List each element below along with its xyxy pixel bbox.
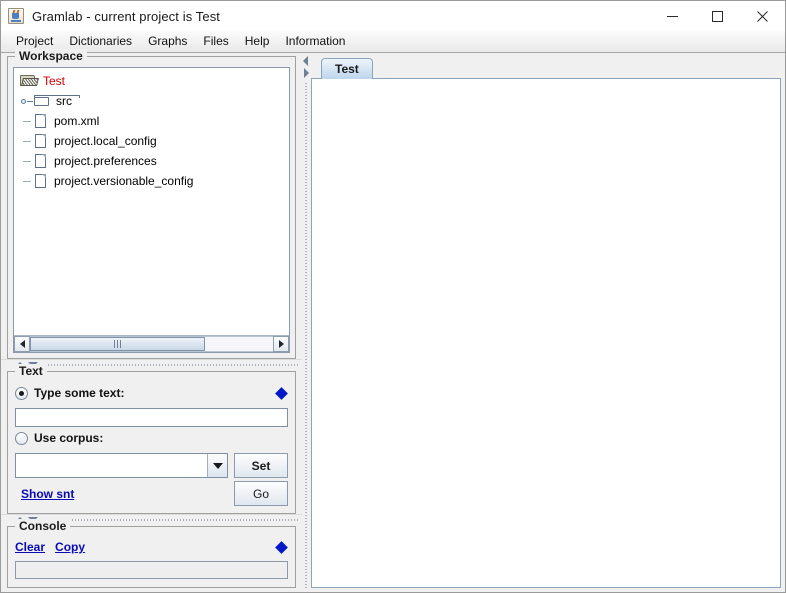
workspace-horizontal-scrollbar[interactable]: [14, 335, 289, 352]
show-snt-container: Show snt: [15, 481, 228, 506]
main-split-pane: Workspace Test src pom.xml project.local…: [1, 49, 785, 592]
maximize-icon: [712, 10, 723, 22]
workspace-tree-container: Test src pom.xml project.local_config pr…: [13, 67, 290, 353]
console-actions: Clear Copy: [15, 537, 288, 557]
divider-collapse-arrows[interactable]: [302, 54, 311, 82]
editor-content[interactable]: [311, 78, 781, 588]
go-row: Show snt Go: [15, 481, 288, 506]
use-corpus-radio[interactable]: [15, 431, 28, 445]
text-panel-title: Text: [15, 364, 47, 378]
copy-link[interactable]: Copy: [55, 540, 85, 554]
editor-pane: Test: [311, 53, 785, 592]
corpus-combobox-value[interactable]: [16, 454, 207, 477]
workspace-title: Workspace: [15, 49, 87, 63]
expand-handle-icon[interactable]: [20, 93, 34, 109]
close-button[interactable]: [740, 1, 785, 31]
maximize-button[interactable]: [695, 1, 740, 31]
file-icon: [34, 153, 49, 169]
console-panel: Console Clear Copy: [7, 519, 296, 588]
file-icon: [34, 173, 49, 189]
window-controls: [650, 1, 785, 31]
console-panel-title: Console: [15, 519, 71, 533]
text-panel: Text Type some text: Use corpus: Set Sho…: [7, 364, 296, 514]
menu-files[interactable]: Files: [195, 32, 236, 51]
menu-help[interactable]: Help: [237, 32, 278, 51]
workspace-tree[interactable]: Test src pom.xml project.local_config pr…: [14, 68, 289, 335]
use-corpus-label: Use corpus:: [34, 431, 104, 445]
tree-connector-icon: [20, 173, 34, 189]
tree-connector-icon: [20, 133, 34, 149]
minimize-icon: [667, 15, 678, 17]
go-button[interactable]: Go: [234, 481, 288, 506]
vertical-split-divider[interactable]: [302, 53, 311, 592]
menu-graphs[interactable]: Graphs: [140, 32, 195, 51]
scrollbar-track[interactable]: [30, 336, 273, 352]
window-title: Gramlab - current project is Test: [32, 8, 221, 24]
scroll-left-icon[interactable]: [14, 336, 30, 352]
use-corpus-row[interactable]: Use corpus:: [15, 427, 288, 449]
folder-open-icon: [20, 74, 39, 88]
minimize-button[interactable]: [650, 1, 695, 31]
tree-node-project-preferences[interactable]: project.preferences: [14, 151, 289, 171]
tree-node-label: Test: [43, 74, 66, 88]
tree-node-project-local-config[interactable]: project.local_config: [14, 131, 289, 151]
collapse-left-icon[interactable]: [303, 56, 308, 66]
menu-information[interactable]: Information: [277, 32, 353, 51]
chevron-down-icon[interactable]: [207, 454, 227, 477]
corpus-selector-row: Set: [15, 453, 288, 478]
type-text-radio[interactable]: [15, 386, 28, 400]
editor-tabstrip: Test: [311, 56, 781, 79]
file-icon: [34, 113, 49, 129]
folder-closed-icon: [34, 94, 80, 108]
type-text-label: Type some text:: [34, 386, 125, 400]
title-bar: Gramlab - current project is Test: [1, 1, 785, 31]
type-text-row[interactable]: Type some text:: [15, 382, 288, 404]
tree-node-label: project.versionable_config: [54, 174, 194, 188]
text-panel-diamond-icon[interactable]: [275, 386, 288, 400]
left-pane: Workspace Test src pom.xml project.local…: [1, 49, 302, 592]
java-app-icon: [8, 8, 24, 24]
tab-test[interactable]: Test: [321, 58, 373, 79]
console-output: [15, 561, 288, 579]
tree-connector-icon: [20, 153, 34, 169]
scrollbar-thumb[interactable]: [30, 337, 205, 351]
clear-link[interactable]: Clear: [15, 540, 45, 554]
workspace-panel: Workspace Test src pom.xml project.local…: [7, 49, 296, 359]
tree-node-label: project.local_config: [54, 134, 157, 148]
tree-node-src[interactable]: src: [14, 91, 289, 111]
tree-node-test[interactable]: Test: [14, 71, 289, 91]
scroll-right-icon[interactable]: [273, 336, 289, 352]
show-snt-link[interactable]: Show snt: [21, 487, 74, 501]
corpus-combobox[interactable]: [15, 453, 228, 478]
tree-node-project-versionable-config[interactable]: project.versionable_config: [14, 171, 289, 191]
tree-connector-icon: [20, 113, 34, 129]
tree-node-label: project.preferences: [54, 154, 157, 168]
tree-node-label: pom.xml: [54, 114, 100, 128]
set-button[interactable]: Set: [234, 453, 288, 478]
menu-bar: Project Dictionaries Graphs Files Help I…: [1, 31, 785, 53]
tree-node-pom-xml[interactable]: pom.xml: [14, 111, 289, 131]
divider-grip: [305, 83, 307, 590]
console-diamond-icon[interactable]: [275, 540, 288, 554]
application-window: Gramlab - current project is Test Projec…: [0, 0, 786, 593]
collapse-right-icon[interactable]: [304, 68, 309, 78]
type-text-input[interactable]: [15, 408, 288, 427]
close-icon: [757, 10, 768, 22]
file-icon: [34, 133, 49, 149]
